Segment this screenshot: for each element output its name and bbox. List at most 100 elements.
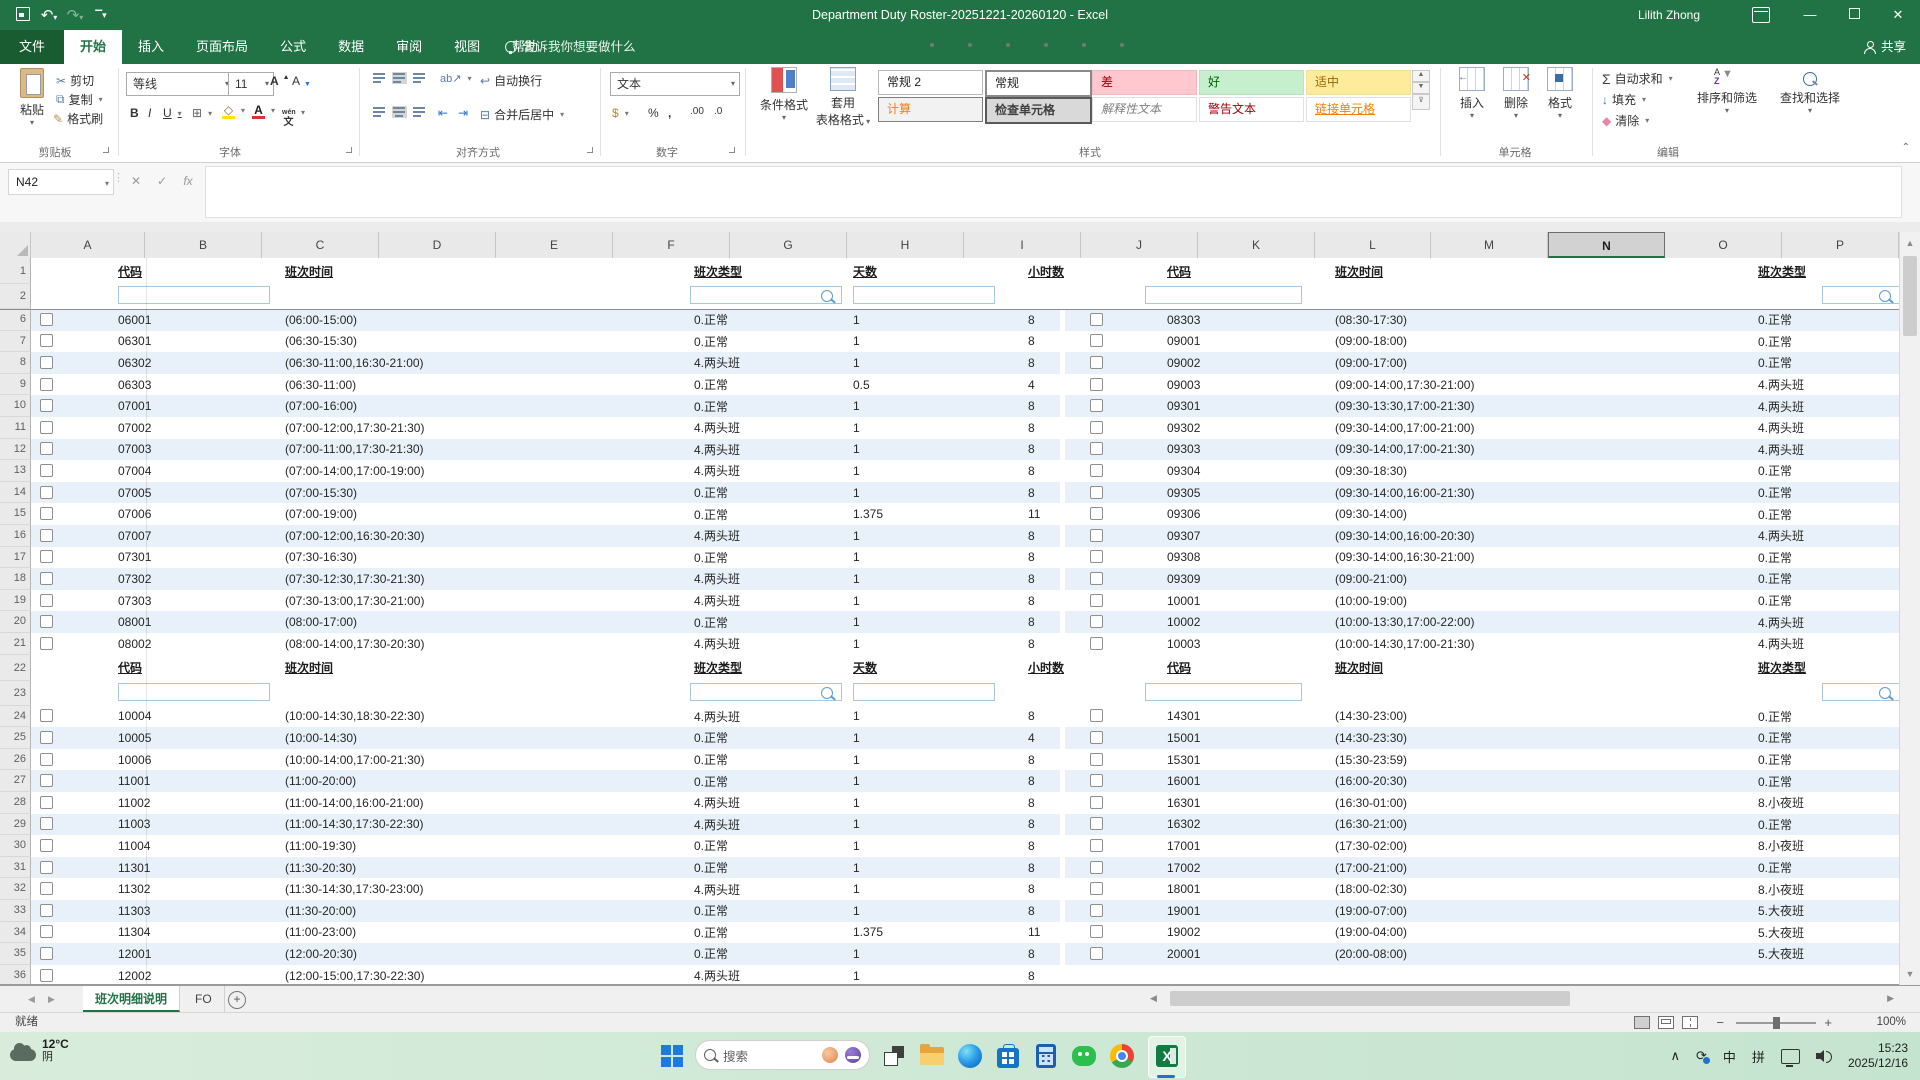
scroll-up-icon[interactable]: ▲ — [1900, 234, 1920, 252]
row-header-15[interactable]: 15 — [0, 503, 31, 525]
row-checkbox[interactable] — [40, 442, 53, 455]
row-checkbox[interactable] — [40, 399, 53, 412]
orientation-button[interactable]: ab↗ — [440, 72, 471, 85]
column-header-G[interactable]: G — [730, 232, 847, 258]
decrease-decimal-button[interactable]: .0 — [714, 106, 722, 117]
font-color-button[interactable]: A — [252, 104, 275, 117]
row-header-30[interactable]: 30 — [0, 835, 31, 857]
row-header-8[interactable]: 8 — [0, 352, 31, 374]
clipboard-dialog-launcher[interactable] — [102, 146, 111, 155]
row-header-36[interactable]: 36 — [0, 965, 31, 985]
filter-type-input[interactable] — [690, 683, 842, 701]
row-header-29[interactable]: 29 — [0, 814, 31, 836]
cell-style-好[interactable]: 好 — [1199, 70, 1304, 95]
chrome-button[interactable] — [1106, 1040, 1138, 1072]
bold-button[interactable]: B — [130, 106, 139, 120]
column-header-C[interactable]: C — [262, 232, 379, 258]
alignment-dialog-launcher[interactable] — [586, 146, 595, 155]
row-header-9[interactable]: 9 — [0, 374, 31, 396]
ribbon-display-options-icon[interactable] — [1752, 7, 1770, 23]
format-painter-button[interactable]: 格式刷 — [53, 110, 103, 127]
filter-type-input[interactable] — [1822, 683, 1899, 701]
ribbon-tab-插入[interactable]: 插入 — [122, 30, 180, 64]
scroll-right-icon[interactable]: ▶ — [1887, 993, 1894, 1004]
scroll-left-icon[interactable]: ◀ — [1150, 993, 1157, 1004]
row-header-1[interactable]: 1 — [0, 258, 31, 284]
gallery-up-icon[interactable]: ▲ — [1412, 70, 1430, 82]
cell-style-适中[interactable]: 适中 — [1306, 70, 1411, 95]
row-checkbox[interactable] — [40, 882, 53, 895]
row-checkbox[interactable] — [40, 313, 53, 326]
percent-style-button[interactable]: % — [648, 106, 659, 120]
increase-decimal-button[interactable]: .00 — [690, 106, 704, 117]
insert-function-icon[interactable]: fx — [176, 169, 200, 193]
row-checkbox[interactable] — [40, 796, 53, 809]
sheet-nav-next-icon[interactable]: ▶ — [48, 986, 55, 1013]
cell-style-解释性文本[interactable]: 解释性文本 — [1092, 97, 1197, 122]
gallery-down-icon[interactable]: ▼ — [1412, 82, 1430, 94]
filter-code-input[interactable] — [1145, 286, 1302, 304]
column-header-D[interactable]: D — [379, 232, 496, 258]
display-icon[interactable] — [1781, 1049, 1800, 1064]
row-checkbox[interactable] — [40, 615, 53, 628]
fill-color-button[interactable]: ◇ — [222, 104, 245, 117]
row-checkbox[interactable] — [40, 529, 53, 542]
cell-style-差[interactable]: 差 — [1092, 70, 1197, 95]
column-header-L[interactable]: L — [1315, 232, 1431, 258]
accounting-format-button[interactable]: $ — [612, 106, 629, 120]
row-header-14[interactable]: 14 — [0, 482, 31, 504]
cell-style-常规[interactable]: 常规 — [985, 70, 1092, 97]
row-header-34[interactable]: 34 — [0, 922, 31, 944]
row-header-2[interactable]: 2 — [0, 284, 31, 309]
filter-days-input[interactable] — [853, 286, 995, 304]
column-header-B[interactable]: B — [145, 232, 262, 258]
zoom-slider-thumb[interactable] — [1773, 1017, 1780, 1029]
ribbon-tab-视图[interactable]: 视图 — [438, 30, 496, 64]
clock[interactable]: 15:232025/12/16 — [1848, 1041, 1908, 1071]
copy-button[interactable]: 复制 — [56, 91, 103, 108]
row-checkbox[interactable] — [1090, 904, 1103, 917]
phonetic-guide-button[interactable]: wén文 — [282, 106, 305, 119]
scroll-down-icon[interactable]: ▼ — [1900, 965, 1920, 983]
new-sheet-button[interactable]: + — [228, 991, 246, 1009]
fill-button[interactable]: 填充 — [1602, 91, 1646, 108]
decrease-font-button[interactable]: A▼ — [292, 74, 311, 88]
autosum-button[interactable]: 自动求和 — [1602, 70, 1673, 87]
column-header-P[interactable]: P — [1782, 232, 1899, 258]
row-checkbox[interactable] — [1090, 817, 1103, 830]
sheet-nav-prev-icon[interactable]: ◀ — [28, 986, 35, 1013]
row-checkbox[interactable] — [1090, 356, 1103, 369]
row-checkbox[interactable] — [40, 507, 53, 520]
calculator-button[interactable] — [1030, 1040, 1062, 1072]
row-checkbox[interactable] — [40, 637, 53, 650]
gallery-more-icon[interactable]: ⊽ — [1412, 94, 1430, 110]
close-button[interactable]: ✕ — [1876, 0, 1920, 30]
row-checkbox[interactable] — [1090, 753, 1103, 766]
row-header-12[interactable]: 12 — [0, 439, 31, 461]
row-header-7[interactable]: 7 — [0, 331, 31, 353]
row-checkbox[interactable] — [40, 709, 53, 722]
vertical-scrollbar[interactable]: ▲ ▼ — [1899, 232, 1920, 985]
row-header-17[interactable]: 17 — [0, 547, 31, 569]
row-checkbox[interactable] — [1090, 572, 1103, 585]
name-box[interactable]: N42 — [8, 169, 114, 195]
wrap-text-button[interactable]: 自动换行 — [480, 72, 542, 89]
page-break-view-icon[interactable] — [1682, 1016, 1698, 1029]
ribbon-tab-开始[interactable]: 开始 — [64, 30, 122, 64]
row-header-35[interactable]: 35 — [0, 943, 31, 965]
row-checkbox[interactable] — [40, 486, 53, 499]
row-checkbox[interactable] — [40, 753, 53, 766]
conditional-formatting-button[interactable]: 条件格式 ▾ — [756, 67, 812, 122]
row-checkbox[interactable] — [1090, 421, 1103, 434]
row-header-28[interactable]: 28 — [0, 792, 31, 814]
row-checkbox[interactable] — [1090, 839, 1103, 852]
filter-code-input[interactable] — [1145, 683, 1302, 701]
borders-button[interactable]: ⊞ — [192, 106, 212, 120]
row-checkbox[interactable] — [40, 817, 53, 830]
row-checkbox[interactable] — [1090, 550, 1103, 563]
font-size-combo[interactable]: 11▾ — [228, 72, 274, 96]
page-layout-view-icon[interactable] — [1658, 1016, 1674, 1029]
edge-button[interactable] — [954, 1040, 986, 1072]
filter-type-input[interactable] — [690, 286, 842, 304]
increase-indent-button[interactable]: ⇥ — [458, 106, 468, 120]
